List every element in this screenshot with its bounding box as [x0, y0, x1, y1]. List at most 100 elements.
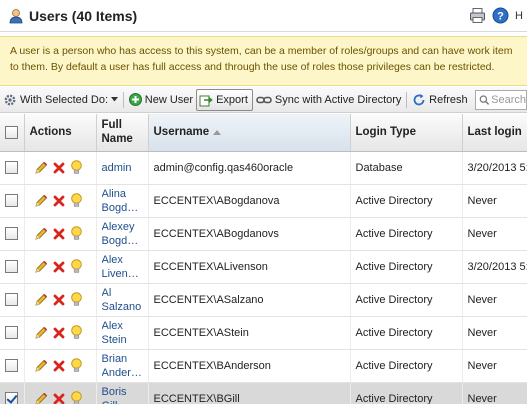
delete-icon[interactable] — [53, 228, 65, 240]
delete-icon[interactable] — [53, 327, 65, 339]
pencil-icon[interactable] — [34, 293, 48, 307]
full-name-link[interactable]: Alex Stein — [96, 316, 149, 350]
row-checkbox[interactable] — [5, 293, 19, 306]
lightbulb-icon[interactable] — [70, 160, 83, 175]
table-row[interactable]: admin admin@config.qas460oracle Database 3/… — [0, 151, 527, 185]
help-icon[interactable]: ? — [492, 7, 509, 24]
row-checkbox[interactable] — [5, 161, 19, 174]
full-name-link[interactable]: admin — [96, 151, 149, 185]
users-table: Actions Full Name Username Login Type La… — [0, 114, 527, 404]
row-checkbox[interactable] — [5, 227, 19, 240]
row-checkbox[interactable] — [5, 392, 19, 404]
row-actions — [24, 250, 97, 284]
table-row[interactable]: Alex Liven… ECCENTEX\ALivenson Active Dire… — [0, 250, 527, 284]
delete-icon[interactable] — [53, 294, 65, 306]
pencil-icon[interactable] — [34, 359, 48, 373]
login-type-cell: Active Directory — [350, 283, 463, 317]
info-banner: A user is a person who has access to thi… — [0, 36, 527, 86]
pencil-icon[interactable] — [34, 392, 48, 404]
delete-icon[interactable] — [53, 393, 65, 404]
table-row[interactable]: Brian Ander… ECCENTEX\BAnderson Active Dir… — [0, 349, 527, 383]
column-header-login-type[interactable]: Login Type — [350, 114, 463, 152]
table-row[interactable]: Alex Stein ECCENTEX\AStein Active Director… — [0, 316, 527, 350]
last-login-cell: Never — [462, 217, 527, 251]
delete-icon[interactable] — [53, 261, 65, 273]
full-name-text[interactable]: Boris Gill — [102, 385, 143, 404]
login-type-cell: Database — [350, 151, 463, 185]
row-checkbox[interactable] — [5, 260, 19, 273]
column-header-last-login[interactable]: Last login — [462, 114, 527, 152]
info-text-line-1: A user is a person who has access to thi… — [10, 45, 513, 57]
export-label: Export — [216, 93, 248, 106]
last-login-cell: Never — [462, 184, 527, 218]
username-cell: ECCENTEX\ASalzano — [148, 283, 351, 317]
toolbar-separator — [406, 91, 408, 108]
search-input[interactable]: Search — [474, 89, 527, 110]
table-row[interactable]: Alina Bogd… ECCENTEX\ABogdanova Active Dir… — [0, 184, 527, 218]
lightbulb-icon[interactable] — [70, 226, 83, 241]
last-login-cell: 3/20/2013 5: — [462, 250, 527, 284]
print-icon[interactable] — [469, 7, 486, 24]
username-cell: ECCENTEX\BAnderson — [148, 349, 351, 383]
table-row[interactable]: Al Salzano ECCENTEX\ASalzano Active Direct… — [0, 283, 527, 317]
row-checkbox-cell — [0, 283, 25, 317]
with-selected-dropdown[interactable]: With Selected Do: — [0, 89, 121, 111]
pencil-icon[interactable] — [34, 194, 48, 208]
full-name-link[interactable]: Alex Liven… — [96, 250, 149, 284]
full-name-link[interactable]: Alina Bogd… — [96, 184, 149, 218]
column-header-full-name[interactable]: Full Name — [96, 114, 149, 152]
lightbulb-icon[interactable] — [70, 292, 83, 307]
refresh-button[interactable]: Refresh — [409, 89, 471, 111]
new-user-button[interactable]: New User — [126, 89, 196, 111]
delete-icon[interactable] — [53, 360, 65, 372]
row-checkbox-cell — [0, 382, 25, 404]
table-row[interactable]: Alexey Bogd… ECCENTEX\ABogdanovs Active Di… — [0, 217, 527, 251]
full-name-text[interactable]: Alexey Bogd… — [102, 220, 143, 248]
row-checkbox-cell — [0, 250, 25, 284]
row-checkbox-cell — [0, 151, 25, 185]
full-name-link[interactable]: Boris Gill — [96, 382, 149, 404]
lightbulb-icon[interactable] — [70, 358, 83, 373]
full-name-text[interactable]: admin — [102, 161, 143, 175]
full-name-link[interactable]: Alexey Bogd… — [96, 217, 149, 251]
pencil-icon[interactable] — [34, 260, 48, 274]
pencil-icon[interactable] — [34, 326, 48, 340]
delete-icon[interactable] — [53, 162, 65, 174]
last-login-cell: Never — [462, 349, 527, 383]
delete-icon[interactable] — [53, 195, 65, 207]
sync-ad-button[interactable]: Sync with Active Directory — [253, 89, 405, 111]
pencil-icon[interactable] — [34, 161, 48, 175]
last-login-cell: Never — [462, 382, 527, 404]
full-name-text[interactable]: Alex Liven… — [102, 253, 143, 281]
lightbulb-icon[interactable] — [70, 325, 83, 340]
help-link[interactable]: H — [515, 10, 527, 22]
export-button[interactable]: Export — [196, 88, 253, 111]
export-icon — [199, 95, 213, 106]
lightbulb-icon[interactable] — [70, 193, 83, 208]
row-checkbox[interactable] — [5, 359, 19, 372]
column-header-username[interactable]: Username — [148, 114, 351, 152]
last-login-cell: Never — [462, 316, 527, 350]
full-name-text[interactable]: Alina Bogd… — [102, 187, 143, 215]
row-checkbox[interactable] — [5, 326, 19, 339]
sync-icon — [256, 96, 272, 103]
lightbulb-icon[interactable] — [70, 259, 83, 274]
table-row[interactable]: Boris Gill ECCENTEX\BGillActive Directory… — [0, 382, 527, 404]
row-checkbox-cell — [0, 217, 25, 251]
gear-icon — [4, 94, 16, 105]
add-icon — [128, 93, 142, 106]
full-name-text[interactable]: Brian Ander… — [102, 352, 143, 380]
lightbulb-icon[interactable] — [70, 391, 83, 404]
pencil-icon[interactable] — [34, 227, 48, 241]
search-placeholder: Search — [491, 93, 527, 106]
row-checkbox[interactable] — [5, 194, 19, 207]
sync-label: Sync with Active Directory — [274, 93, 402, 106]
full-name-text[interactable]: Al Salzano — [102, 286, 143, 314]
login-type-cell: Active Directory — [350, 349, 463, 383]
select-all-checkbox[interactable] — [5, 125, 19, 139]
full-name-text[interactable]: Alex Stein — [102, 319, 143, 347]
login-type-cell: Active Directory — [350, 184, 463, 218]
row-checkbox-cell — [0, 349, 25, 383]
full-name-link[interactable]: Brian Ander… — [96, 349, 149, 383]
full-name-link[interactable]: Al Salzano — [96, 283, 149, 317]
